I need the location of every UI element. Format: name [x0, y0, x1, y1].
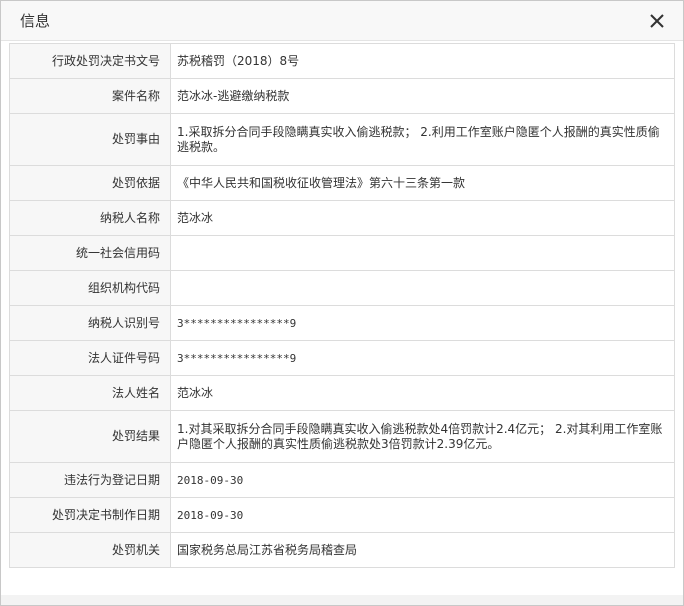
row-value: 范冰冰: [170, 200, 675, 236]
row-value: 1.采取拆分合同手段隐瞒真实收入偷逃税款； 2.利用工作室账户隐匿个人报酬的真实…: [170, 113, 675, 166]
row-label: 案件名称: [9, 78, 171, 114]
row-value: 2018-09-30: [170, 497, 675, 533]
close-icon[interactable]: [647, 11, 667, 31]
table-row: 纳税人名称 范冰冰: [9, 200, 675, 236]
row-label: 处罚决定书制作日期: [9, 497, 171, 533]
table-row: 组织机构代码: [9, 270, 675, 306]
table-row: 行政处罚决定书文号 苏税稽罚（2018）8号: [9, 43, 675, 79]
table-row: 法人证件号码 3****************9: [9, 340, 675, 376]
info-table: 行政处罚决定书文号 苏税稽罚（2018）8号 案件名称 范冰冰-逃避缴纳税款 处…: [9, 43, 675, 568]
table-row: 处罚事由 1.采取拆分合同手段隐瞒真实收入偷逃税款； 2.利用工作室账户隐匿个人…: [9, 113, 675, 166]
table-row: 统一社会信用码: [9, 235, 675, 271]
dialog-content: 行政处罚决定书文号 苏税稽罚（2018）8号 案件名称 范冰冰-逃避缴纳税款 处…: [9, 43, 675, 568]
table-row: 处罚依据 《中华人民共和国税收征收管理法》第六十三条第一款: [9, 165, 675, 201]
row-label: 统一社会信用码: [9, 235, 171, 271]
table-row: 违法行为登记日期 2018-09-30: [9, 462, 675, 498]
row-value: 1.对其采取拆分合同手段隐瞒真实收入偷逃税款处4倍罚款计2.4亿元； 2.对其利…: [170, 410, 675, 463]
table-row: 案件名称 范冰冰-逃避缴纳税款: [9, 78, 675, 114]
row-value: 《中华人民共和国税收征收管理法》第六十三条第一款: [170, 165, 675, 201]
row-value: 国家税务总局江苏省税务局稽查局: [170, 532, 675, 568]
row-label: 组织机构代码: [9, 270, 171, 306]
table-row: 处罚机关 国家税务总局江苏省税务局稽查局: [9, 532, 675, 568]
row-label: 处罚结果: [9, 410, 171, 463]
info-dialog: 信息 行政处罚决定书文号 苏税稽罚（2018）8号 案件名称 范冰冰-逃避缴纳税…: [0, 0, 684, 606]
row-label: 违法行为登记日期: [9, 462, 171, 498]
dialog-titlebar: 信息: [1, 1, 683, 41]
table-row: 处罚结果 1.对其采取拆分合同手段隐瞒真实收入偷逃税款处4倍罚款计2.4亿元； …: [9, 410, 675, 463]
row-label: 处罚依据: [9, 165, 171, 201]
row-value: 范冰冰-逃避缴纳税款: [170, 78, 675, 114]
table-row: 处罚决定书制作日期 2018-09-30: [9, 497, 675, 533]
row-label: 行政处罚决定书文号: [9, 43, 171, 79]
row-value: 范冰冰: [170, 375, 675, 411]
row-value: [170, 235, 675, 271]
table-row: 纳税人识别号 3****************9: [9, 305, 675, 341]
dialog-title: 信息: [20, 12, 51, 30]
row-label: 法人证件号码: [9, 340, 171, 376]
row-label: 处罚事由: [9, 113, 171, 166]
row-label: 处罚机关: [9, 532, 171, 568]
dialog-footer: [1, 595, 683, 605]
row-label: 纳税人识别号: [9, 305, 171, 341]
table-row: 法人姓名 范冰冰: [9, 375, 675, 411]
row-label: 纳税人名称: [9, 200, 171, 236]
row-value: [170, 270, 675, 306]
row-label: 法人姓名: [9, 375, 171, 411]
row-value: 2018-09-30: [170, 462, 675, 498]
row-value: 3****************9: [170, 340, 675, 376]
row-value: 3****************9: [170, 305, 675, 341]
row-value: 苏税稽罚（2018）8号: [170, 43, 675, 79]
